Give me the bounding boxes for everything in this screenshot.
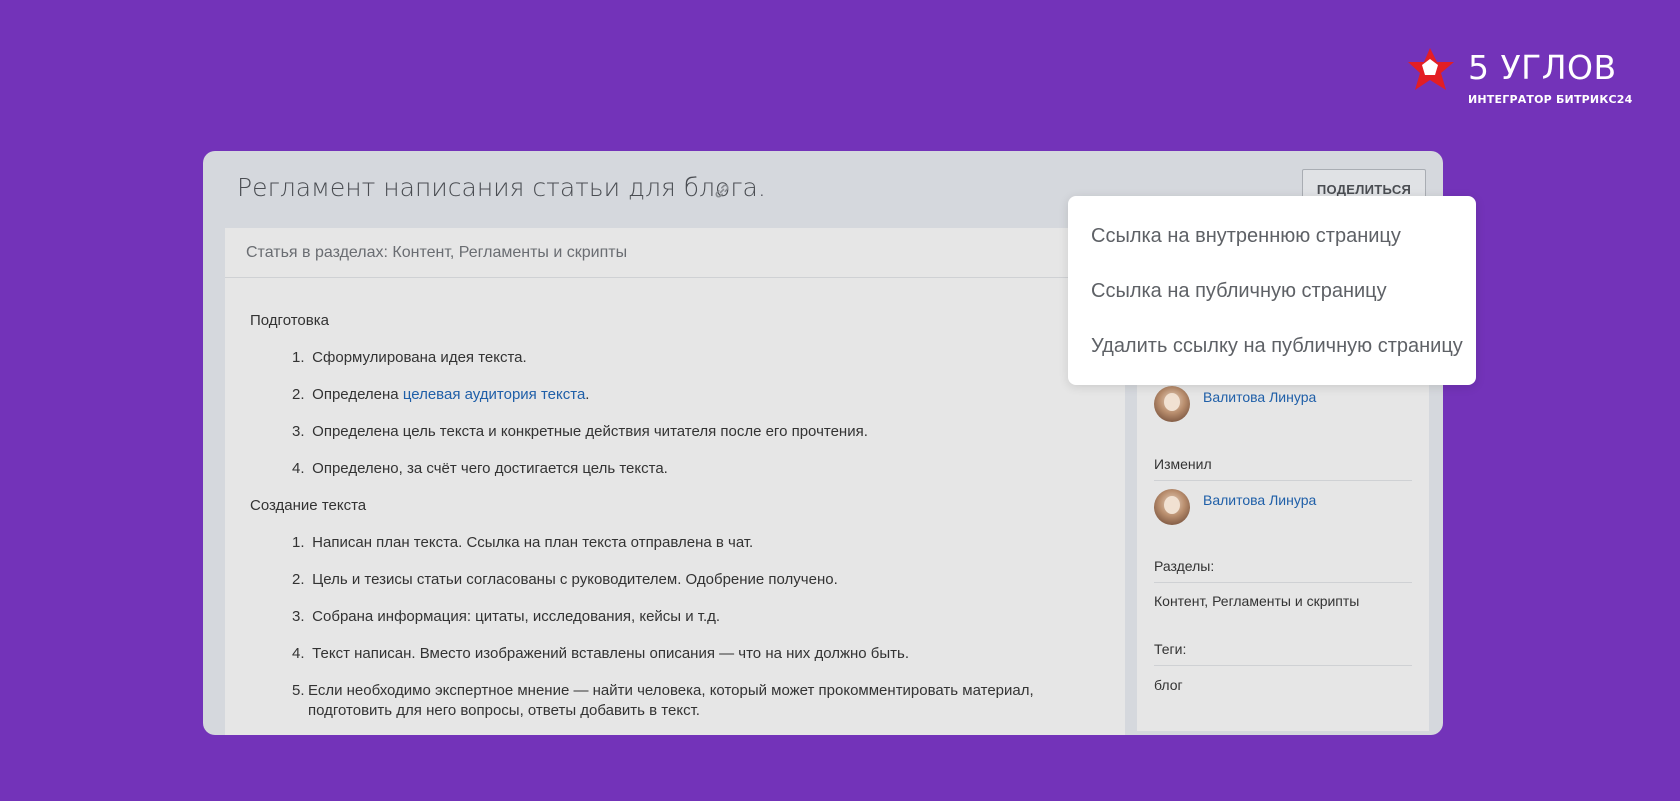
modifier-name-link[interactable]: Валитова Линура (1203, 492, 1316, 508)
list-item: 5. Если необходимо экспертное мнение — на… (292, 682, 1034, 719)
avatar[interactable] (1154, 489, 1190, 525)
brand-subtitle: ИНТЕГРАТОР БИТРИКС24 (1468, 93, 1633, 106)
avatar[interactable] (1154, 386, 1190, 422)
menu-item-internal-link[interactable]: Ссылка на внутреннюю страницу (1091, 225, 1401, 248)
sections-value: Контент, Регламенты и скрипты (1154, 593, 1360, 609)
list-item: 3. Определена цель текста и конкретные д… (292, 423, 868, 440)
list-item: 4. Определено, за счёт чего достигается … (292, 460, 668, 477)
link-icon[interactable] (714, 183, 730, 199)
article-content: Статья в разделах: Контент, Регламенты и… (225, 228, 1125, 735)
sections-label: Разделы: (1154, 558, 1412, 583)
prep-list: 1. Сформулирована идея текста. 2. Опреде… (250, 348, 1125, 479)
page-title: Регламент написания статьи для блога. (237, 173, 766, 202)
menu-item-delete-public-link[interactable]: Удалить ссылку на публичную страницу (1091, 335, 1463, 358)
create-list: 1. Написан план текста. Ссылка на план т… (250, 533, 1125, 721)
list-item: 1. Сформулирована идея текста. (292, 349, 527, 366)
list-item: 2. Определена целевая аудитория текста. (292, 386, 590, 403)
modified-label: Изменил (1154, 456, 1412, 481)
menu-item-public-link[interactable]: Ссылка на публичную страницу (1091, 280, 1387, 303)
tag-link[interactable]: блог (1154, 677, 1183, 693)
list-item: 1. Написан план текста. Ссылка на план т… (292, 534, 754, 551)
list-item: 3. Собрана информация: цитаты, исследова… (292, 608, 721, 625)
author-block: Валитова Линура (1154, 386, 1316, 422)
share-dropdown-menu: Ссылка на внутреннюю страницу Ссылка на … (1068, 196, 1476, 385)
brand-logo: 5 УГЛОВ ИНТЕГРАТОР БИТРИКС24 (1408, 48, 1632, 108)
author-name-link[interactable]: Валитова Линура (1203, 389, 1316, 405)
list-item: 2. Цель и тезисы статьи согласованы с ру… (292, 571, 838, 588)
list-item: 4. Текст написан. Вместо изображений вст… (292, 645, 910, 662)
section-heading-create: Создание текста (250, 497, 367, 514)
article-sections-line: Статья в разделах: Контент, Регламенты и… (225, 228, 1125, 278)
modifier-block: Валитова Линура (1154, 489, 1316, 525)
target-audience-link[interactable]: целевая аудитория текста (403, 386, 585, 403)
tags-label: Теги: (1154, 641, 1412, 666)
article-body: Подготовка 1. Сформулирована идея текста… (225, 278, 1125, 721)
star-logo-icon (1408, 48, 1454, 90)
brand-name: 5 УГЛОВ (1468, 48, 1617, 87)
section-heading-prep: Подготовка (250, 312, 329, 329)
